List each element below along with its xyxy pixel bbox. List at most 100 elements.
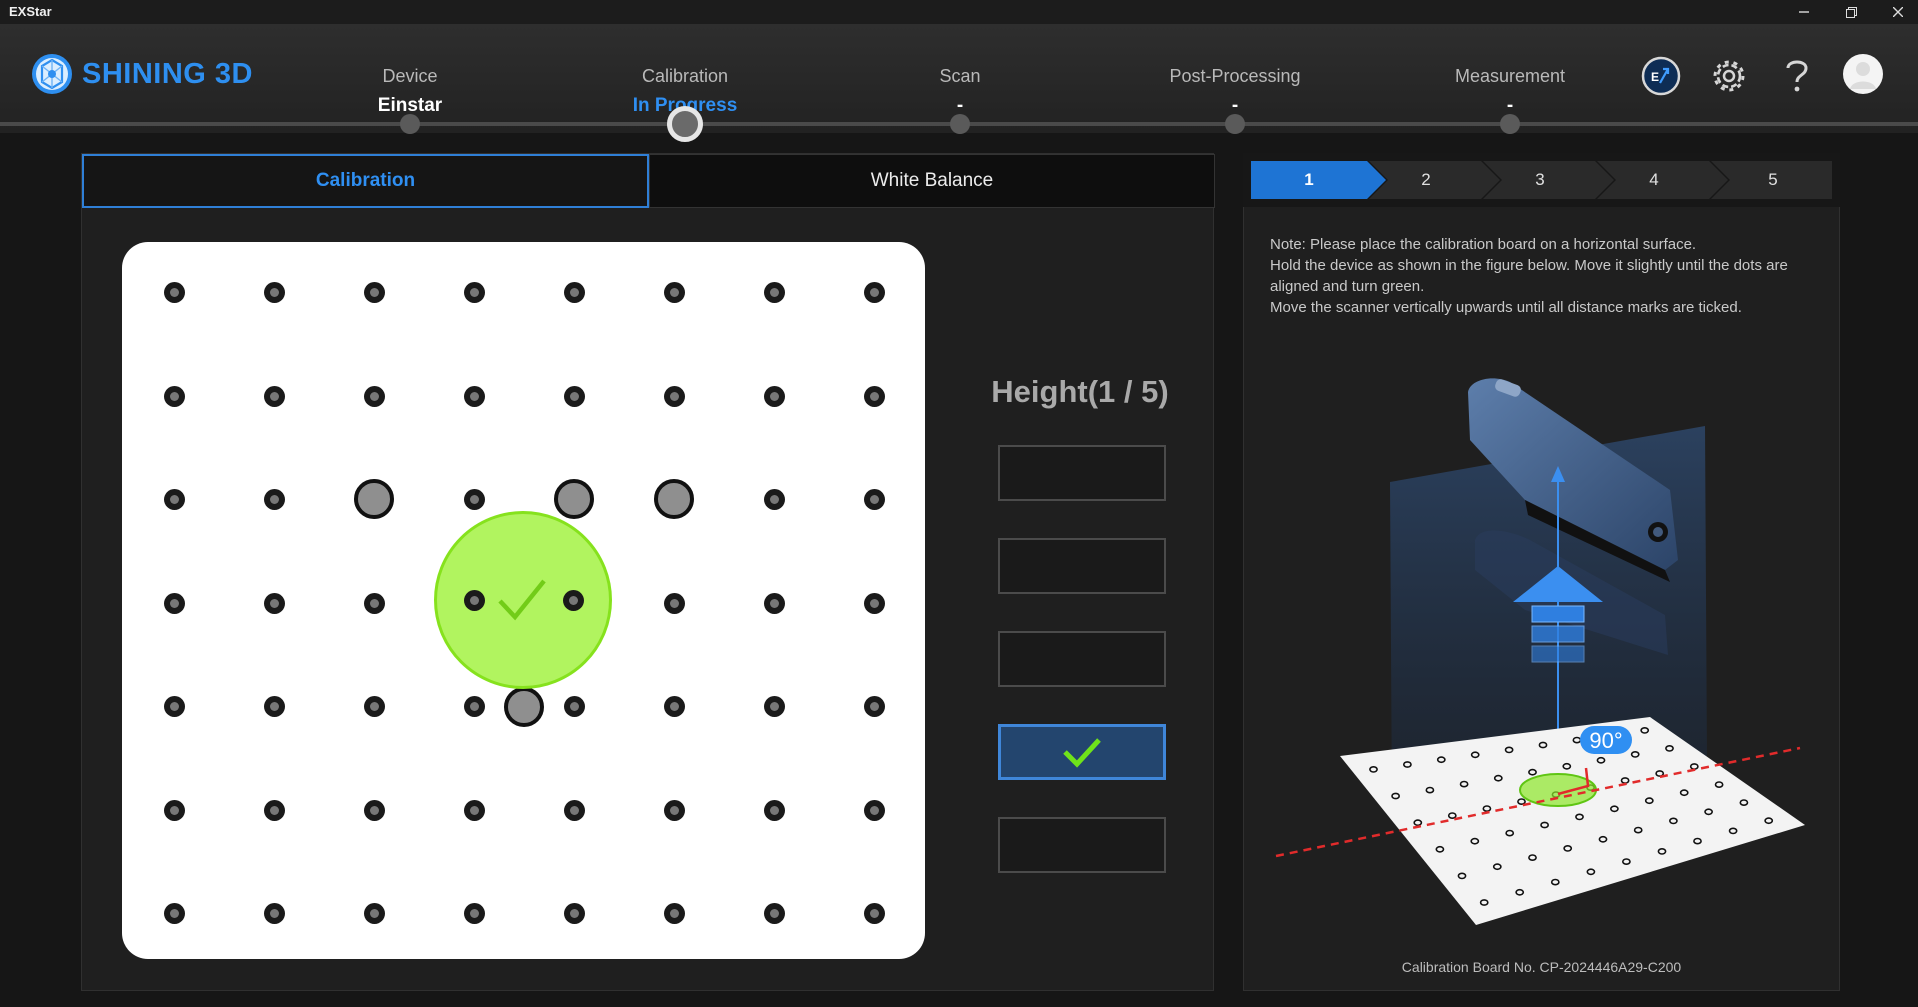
board-dot	[164, 903, 185, 924]
board-dot	[564, 903, 585, 924]
board-dot	[564, 385, 585, 407]
check-icon	[498, 579, 546, 621]
logo: SHINING 3D	[31, 53, 253, 95]
board-dot	[664, 799, 685, 821]
svg-text:E: E	[1651, 70, 1659, 84]
board-illustration	[1340, 717, 1805, 925]
board-dot	[464, 799, 485, 821]
board-dot	[504, 687, 544, 727]
height-slot-3	[998, 631, 1166, 687]
minimize-button[interactable]	[1784, 0, 1824, 24]
height-slot-2	[998, 538, 1166, 594]
settings-button[interactable]	[1708, 55, 1750, 97]
board-dot	[764, 592, 785, 614]
step-name: Post-Processing	[1169, 66, 1301, 86]
step-dot-device	[400, 114, 420, 134]
step-dot-calibration	[667, 106, 703, 142]
step-dot-measurement	[1500, 114, 1520, 134]
step-dot-scan	[950, 114, 970, 134]
board-dot	[164, 385, 185, 407]
board-dot	[764, 903, 785, 924]
guide-step-4[interactable]: 4	[1597, 160, 1711, 200]
note-line: Hold the device as shown in the figure b…	[1270, 257, 1788, 295]
board-dot	[264, 696, 285, 717]
note-line: Note: Please place the calibration board…	[1270, 236, 1697, 253]
shining3d-logo-icon	[32, 54, 72, 94]
board-dot	[864, 385, 885, 407]
tab-calibration[interactable]: Calibration	[82, 154, 649, 208]
alignment-ring	[1519, 773, 1597, 807]
note-line: Move the scanner vertically upwards unti…	[1270, 299, 1742, 316]
board-dot	[664, 903, 685, 924]
step-name: Measurement	[1454, 66, 1566, 86]
step-post-processing[interactable]: Post-Processing -	[1115, 66, 1355, 117]
gear-icon	[1713, 60, 1745, 92]
board-dot	[164, 592, 185, 614]
board-dot	[364, 799, 385, 821]
board-dot	[364, 282, 385, 303]
guide-step-5[interactable]: 5	[1711, 160, 1835, 200]
board-dot	[563, 590, 584, 611]
board-dot	[864, 799, 885, 821]
height-slot-5	[998, 817, 1166, 873]
board-dot	[864, 489, 885, 510]
user-avatar-button[interactable]	[1842, 53, 1884, 95]
board-dot	[464, 903, 485, 924]
board-dot	[264, 903, 285, 924]
logo-text: SHINING 3D	[82, 57, 253, 90]
guide-step-2[interactable]: 2	[1369, 160, 1483, 200]
close-button[interactable]	[1878, 0, 1918, 24]
board-dot	[464, 590, 485, 611]
board-dot	[564, 282, 585, 303]
board-dot	[864, 282, 885, 303]
step-scan[interactable]: Scan -	[840, 66, 1080, 117]
title-bar: EXStar	[0, 0, 1918, 24]
board-dot	[354, 479, 394, 519]
board-dot	[664, 696, 685, 717]
calibration-illustration: 90°	[1275, 378, 1805, 925]
restore-icon	[1845, 6, 1857, 18]
board-dot	[864, 903, 885, 924]
board-dot	[664, 385, 685, 407]
board-dot	[764, 799, 785, 821]
board-dot	[264, 282, 285, 303]
board-dot	[864, 696, 885, 717]
exmodel-icon: E	[1641, 56, 1681, 96]
board-dot	[364, 903, 385, 924]
tab-white-balance[interactable]: White Balance	[649, 154, 1215, 208]
board-dot	[164, 696, 185, 717]
board-dot	[554, 479, 594, 519]
board-dot	[364, 696, 385, 717]
board-dot	[864, 592, 885, 614]
board-dot	[764, 385, 785, 407]
board-dot	[264, 489, 285, 510]
step-name: Scan	[939, 66, 981, 86]
step-device[interactable]: Device Einstar	[290, 66, 530, 117]
height-slot-4	[998, 724, 1166, 780]
restore-button[interactable]	[1831, 0, 1871, 24]
board-dot	[264, 385, 285, 407]
exmodel-button[interactable]: E	[1640, 55, 1682, 97]
app-title: EXStar	[9, 4, 52, 19]
guide-step-1[interactable]: 1	[1251, 160, 1367, 200]
height-progress-label: Height(1 / 5)	[991, 374, 1169, 409]
board-dot	[164, 799, 185, 821]
calibration-board-view	[122, 242, 925, 959]
board-dot	[764, 282, 785, 303]
avatar-icon	[1843, 54, 1883, 94]
help-button[interactable]	[1776, 55, 1818, 97]
board-dot	[664, 592, 685, 614]
step-measurement[interactable]: Measurement -	[1390, 66, 1630, 117]
guide-step-3[interactable]: 3	[1483, 160, 1597, 200]
board-dot	[464, 696, 485, 717]
angle-label: 90°	[1589, 728, 1622, 753]
minimize-icon	[1799, 11, 1809, 13]
board-dot	[764, 489, 785, 510]
board-dot	[264, 799, 285, 821]
board-dot	[364, 385, 385, 407]
board-dot	[464, 385, 485, 407]
close-icon	[1893, 7, 1903, 17]
board-dot	[364, 592, 385, 614]
board-dot	[464, 489, 485, 510]
board-dot	[164, 282, 185, 303]
